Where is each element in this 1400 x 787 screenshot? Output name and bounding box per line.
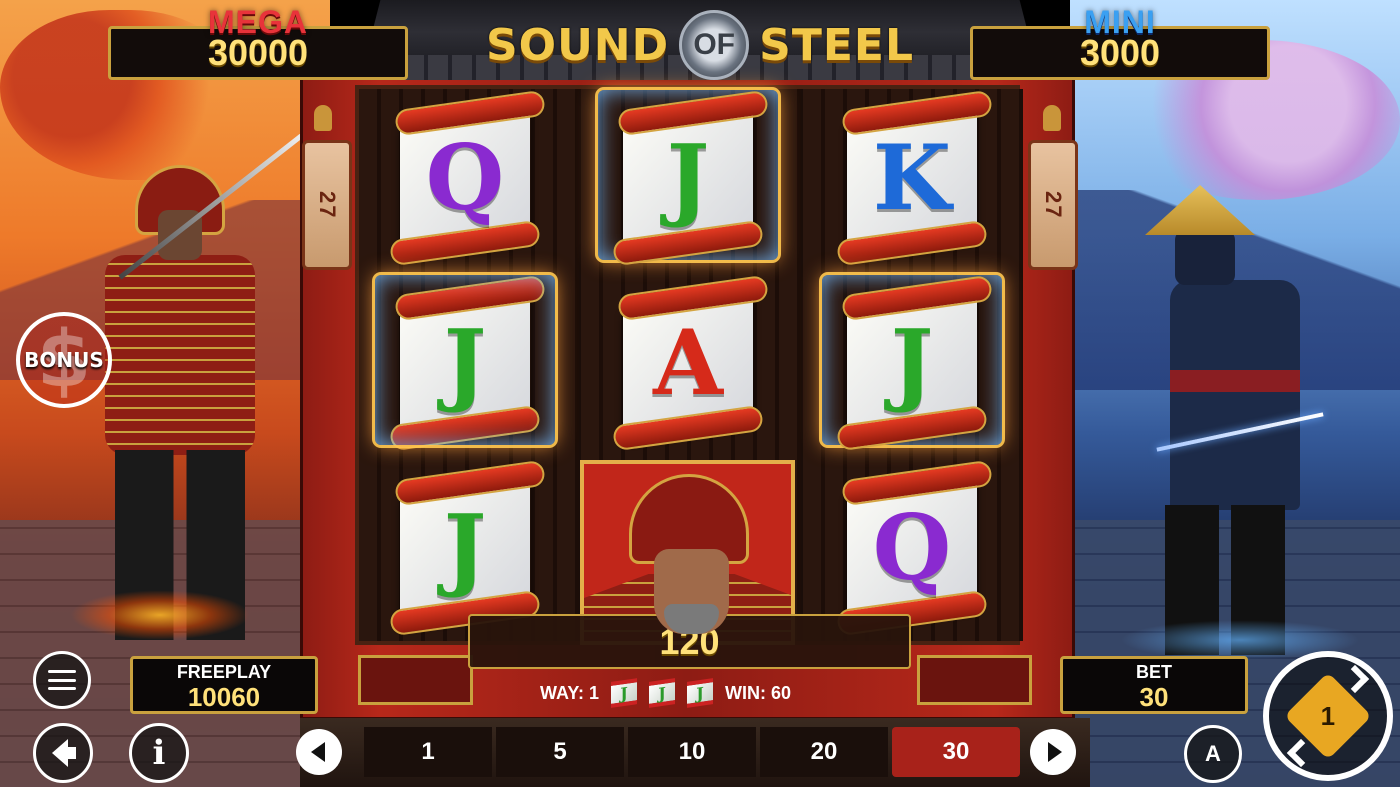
freeplay-panel: FREEPLAY 10060 (130, 656, 318, 714)
symbol-k: K (822, 89, 1002, 267)
bet-option[interactable]: 1 (364, 727, 492, 777)
bet-prev-button[interactable] (296, 729, 342, 775)
lattice-decoration (358, 655, 473, 705)
symbol-letter: A (653, 310, 723, 416)
symbol-j: J (375, 459, 555, 637)
menu-button[interactable] (33, 651, 91, 709)
menu-icon (48, 670, 76, 690)
fire-embers (70, 590, 250, 640)
bet-option[interactable]: 5 (496, 727, 624, 777)
sound-button[interactable] (33, 723, 93, 783)
symbol-letter: Q (872, 495, 952, 601)
ninja-sash (1170, 370, 1300, 392)
mini-j-symbol: J (649, 678, 676, 708)
game-logo: SOUND OF STEEL (465, 10, 935, 80)
bet-option-selected[interactable]: 30 (892, 727, 1020, 777)
bet-label: BET (1136, 662, 1172, 682)
bonus-buy-button[interactable]: $ BONUS (16, 312, 112, 408)
ninja-body (1170, 280, 1300, 510)
bet-value: 30 (1139, 682, 1169, 712)
ways-counter-left: 27 (302, 140, 352, 270)
info-button[interactable]: i (129, 723, 189, 783)
symbol-letter: J (666, 125, 710, 231)
logo-word-steel: STEEL (759, 19, 915, 71)
ninja-mask (1175, 230, 1235, 285)
mini-j-symbol: J (687, 678, 714, 708)
samurai-armor (105, 255, 255, 455)
spin-label: 1 (1320, 700, 1336, 731)
bet-next-button[interactable] (1030, 729, 1076, 775)
lattice-decoration (917, 655, 1032, 705)
speaker-icon (52, 739, 76, 767)
symbol-q: Q (375, 89, 555, 267)
logo-word-sound: SOUND (485, 19, 670, 71)
bet-options: 1 5 10 20 30 (362, 727, 1022, 777)
ninja-character (1145, 185, 1325, 655)
freeplay-value: 10060 (187, 682, 261, 712)
symbol-j-winning: J (598, 89, 778, 267)
bell-icon (314, 105, 332, 131)
samurai-character (80, 133, 303, 645)
bell-icon (1043, 105, 1061, 131)
mini-j-symbol: J (611, 678, 638, 708)
info-icon: i (152, 733, 166, 773)
auto-play-icon: A (1205, 741, 1221, 766)
symbol-letter: J (890, 310, 934, 416)
symbol-letter: Q (425, 125, 505, 231)
spin-button[interactable]: 1 (1263, 651, 1393, 781)
straw-hat (1145, 185, 1255, 235)
symbol-q: Q (822, 459, 1002, 637)
logo-emblem: OF (679, 10, 750, 80)
auto-play-button[interactable]: A (1184, 725, 1242, 783)
freeplay-label: FREEPLAY (176, 662, 272, 682)
symbol-j-winning: J (375, 274, 555, 452)
line-win-label: WIN: 60 (725, 682, 792, 703)
mini-jackpot: 3000 MINI (970, 4, 1270, 82)
next-arrow-icon (1047, 742, 1062, 762)
ways-counter-right: 27 (1028, 140, 1078, 270)
symbol-a: A (598, 274, 778, 452)
bet-option[interactable]: 20 (760, 727, 888, 777)
mega-jackpot-label: MEGA (208, 4, 308, 40)
way-win-info: WAY: 1 J J J WIN: 60 (540, 676, 860, 710)
symbol-letter: J (443, 310, 487, 416)
symbol-letter: K (872, 125, 952, 231)
bet-panel: BET 30 (1060, 656, 1248, 714)
bet-option[interactable]: 10 (628, 727, 756, 777)
symbol-letter: J (443, 495, 487, 601)
prev-arrow-icon (310, 742, 325, 762)
symbol-j-winning: J (822, 274, 1002, 452)
way-label: WAY: 1 (540, 682, 600, 703)
mega-jackpot: 30000 MEGA (108, 4, 408, 82)
bonus-label: BONUS (24, 348, 104, 372)
mini-jackpot-label: MINI (1084, 4, 1156, 40)
